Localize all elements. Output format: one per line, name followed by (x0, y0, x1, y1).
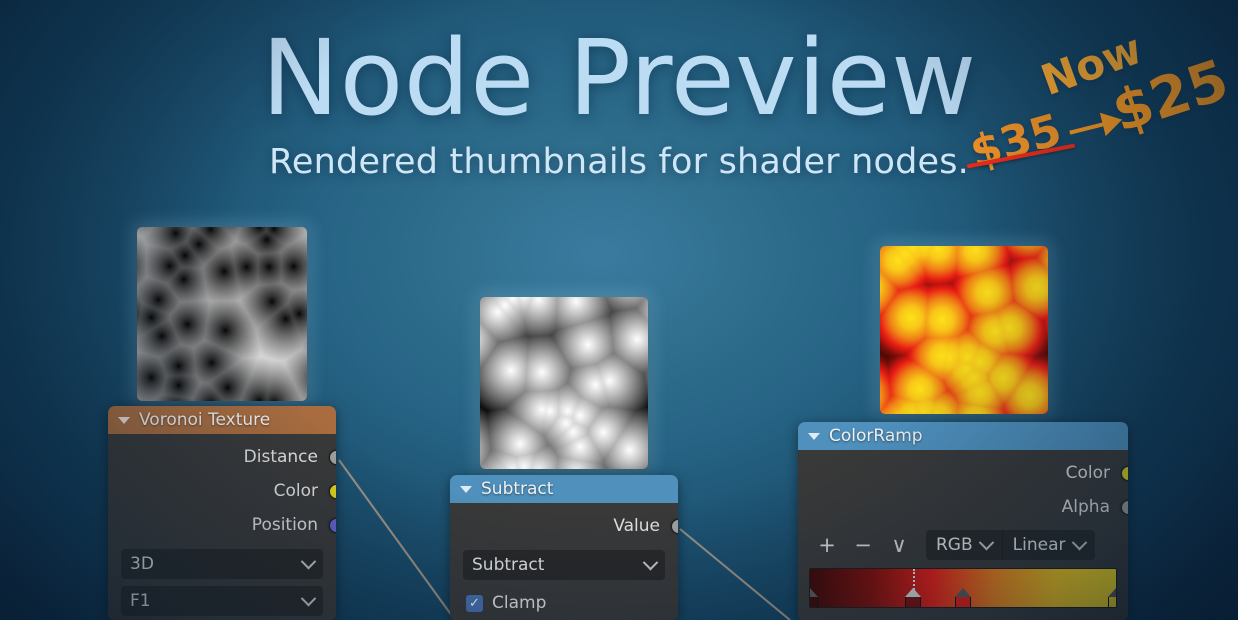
socket-label: Alpha (1061, 497, 1110, 517)
output-socket-color[interactable]: Color (108, 474, 336, 508)
checkbox-row-clamp[interactable]: ✓ Clamp (450, 587, 678, 613)
node-header-voronoi[interactable]: Voronoi Texture (108, 406, 336, 434)
socket-dot-distance[interactable] (329, 449, 336, 465)
dropdown-operation[interactable]: Subtract (463, 550, 665, 580)
output-socket-distance[interactable]: Distance (108, 440, 336, 474)
socket-dot-color[interactable] (1121, 465, 1128, 481)
socket-dot-position[interactable] (329, 517, 336, 533)
node-subtract[interactable]: Subtract Value Subtract ✓ Clamp (450, 475, 678, 620)
socket-dot-value[interactable] (671, 518, 678, 534)
gradient-stop-2[interactable] (955, 588, 971, 607)
socket-label: Color (1065, 463, 1110, 483)
dropdown-value: RGB (936, 535, 973, 555)
output-socket-alpha[interactable]: Alpha (798, 490, 1128, 524)
dropdown-dimensions[interactable]: 3D (121, 549, 323, 579)
dropdown-value: Subtract (472, 555, 545, 575)
socket-dot-color[interactable] (329, 483, 336, 499)
node-colorramp[interactable]: ColorRamp Color Alpha + − ∨ RGB Linear (798, 422, 1128, 620)
output-socket-value[interactable]: Value (450, 509, 678, 543)
colorramp-toolbar: + − ∨ RGB Linear (798, 524, 1128, 562)
add-stop-button[interactable]: + (810, 530, 844, 560)
node-voronoi-texture[interactable]: Voronoi Texture Distance Color Position … (108, 406, 336, 620)
node-header-subtract[interactable]: Subtract (450, 475, 678, 503)
node-title: ColorRamp (829, 426, 923, 446)
colorramp-gradient-bar[interactable] (809, 568, 1117, 608)
node-title: Subtract (481, 479, 554, 499)
presentation-canvas: Voronoi Texture Distance Color Position … (0, 0, 1238, 620)
output-socket-color[interactable]: Color (798, 456, 1128, 490)
dropdown-interpolation[interactable]: Linear (1001, 530, 1095, 560)
socket-label: Position (251, 515, 318, 535)
chevron-down-icon (642, 554, 659, 570)
dropdown-value: Linear (1012, 535, 1066, 555)
node-header-colorramp[interactable]: ColorRamp (798, 422, 1128, 450)
clamp-label: Clamp (492, 593, 547, 613)
promo-old-price: $35 (964, 104, 1068, 179)
node-body-colorramp: Color Alpha + − ∨ RGB Linear (798, 450, 1128, 608)
socket-label: Distance (243, 447, 318, 467)
gradient-stop-0[interactable] (810, 588, 818, 607)
ramp-menu-button[interactable]: ∨ (882, 530, 916, 560)
link-distance-to-subtract (338, 459, 456, 620)
output-socket-position[interactable]: Position (108, 508, 336, 542)
voronoi-preview-thumbnail (137, 227, 307, 401)
node-body-voronoi: Distance Color Position 3D F1 (108, 434, 336, 616)
dropdown-value: F1 (130, 591, 151, 611)
collapse-triangle-icon[interactable] (460, 485, 472, 493)
link-value-to-colorramp (679, 528, 791, 620)
check-icon: ✓ (469, 595, 480, 611)
collapse-triangle-icon[interactable] (118, 416, 130, 424)
clamp-checkbox[interactable]: ✓ (466, 594, 483, 612)
promo-badge: Now $35 $25 (962, 24, 1236, 179)
dropdown-value: 3D (130, 554, 154, 574)
gradient-stop-3[interactable] (1108, 588, 1116, 607)
chevron-down-icon (300, 553, 317, 569)
socket-dot-alpha[interactable] (1121, 499, 1128, 515)
dropdown-feature[interactable]: F1 (121, 586, 323, 616)
colorramp-select-group: RGB Linear (926, 530, 1095, 560)
node-body-subtract: Value Subtract ✓ Clamp (450, 503, 678, 613)
socket-label: Value (613, 516, 660, 536)
subtract-preview-thumbnail (480, 297, 648, 469)
chevron-down-icon (300, 590, 317, 606)
gradient-stop-1[interactable] (904, 588, 921, 607)
node-title: Voronoi Texture (139, 410, 271, 430)
chevron-down-icon (1071, 534, 1087, 550)
colorramp-preview-thumbnail (880, 246, 1048, 414)
dropdown-color-mode[interactable]: RGB (926, 530, 1002, 560)
remove-stop-button[interactable]: − (846, 530, 880, 560)
chevron-down-icon (978, 534, 994, 550)
collapse-triangle-icon[interactable] (808, 432, 820, 440)
socket-label: Color (273, 481, 318, 501)
